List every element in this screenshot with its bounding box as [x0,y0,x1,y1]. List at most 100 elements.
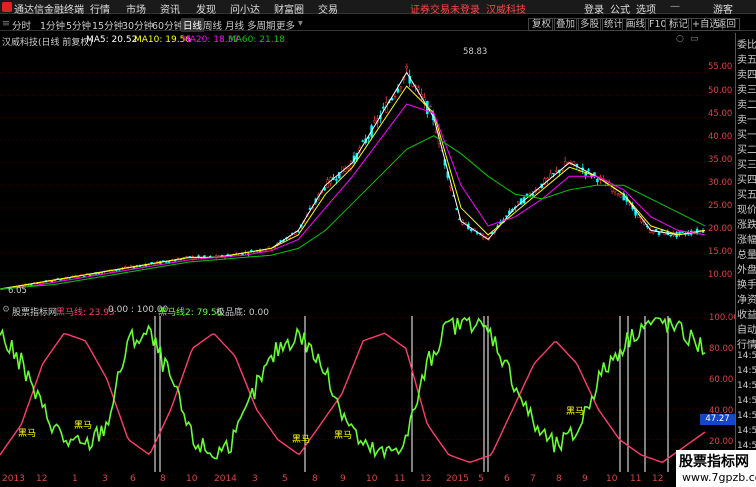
heima-signal-label: 黑马 [74,421,93,431]
period-toolbar: ≡ 分时 1分钟 5分钟 15分钟 30分钟 60分钟 日线 周线 月线 多周期… [0,16,756,32]
price-tick: 45.00 [708,109,733,119]
heima-signal-label: 黑马 [334,431,353,441]
period-fenshi[interactable]: 分时 [12,18,31,32]
menu-bar: 通达信金融终端 行情 市场 资讯 发现 问小达 财富圈 交易 证券交易未登录 汉… [0,0,756,16]
period-5min[interactable]: 5分钟 [66,18,91,32]
sidebar-item: 卖一 [737,115,756,126]
app-title: 通达信金融终端 [14,5,84,16]
sidebar-item: 涨跌 [737,220,756,231]
price-tick: 30.00 [708,178,733,188]
date-tick: 10 [366,474,378,484]
sidebar-item: 买四 [737,175,756,186]
date-tick: 10 [186,474,198,484]
date-tick: 9 [582,474,588,484]
date-tick: 3 [102,474,108,484]
sidebar-item: 卖四 [737,70,756,81]
period-15min[interactable]: 15分钟 [92,18,123,32]
heima-signal-label: 黑马 [292,435,311,445]
date-tick: 5 [478,474,484,484]
sidebar-item: 买三 [737,160,756,171]
user-guest[interactable]: 游客 [713,1,733,16]
trade-login-notice[interactable]: 证券交易未登录 [410,1,480,16]
date-tick: 5 [282,474,288,484]
sidebar-item: 14:56 [737,351,756,361]
date-tick: 11 [630,474,642,484]
sidebar-item: 卖五 [737,55,756,66]
menu-faxian[interactable]: 发现 [196,1,216,16]
menu-formula[interactable]: 公式 [610,1,630,16]
price-tick: 20.00 [708,224,733,234]
date-tick: 8 [160,474,166,484]
sidebar-item: 收益 [737,310,756,321]
sidebar-item: 卖三 [737,85,756,96]
indicator-tick: 20.00 [709,437,734,447]
heima-signal-label: 黑马 [18,429,37,439]
menu-login[interactable]: 登录 [584,1,604,16]
menu-options[interactable]: 选项 [636,1,656,16]
price-plot-area [0,46,705,302]
period-day[interactable]: 日线 [181,18,205,32]
chart-expand-icon[interactable]: ▭ [690,34,699,44]
back-button[interactable]: 返回 [713,18,741,31]
period-1min[interactable]: 1分钟 [40,18,65,32]
date-tick: 2013 [2,474,25,484]
date-tick: 7 [530,474,536,484]
menu-zixun[interactable]: 资讯 [160,1,180,16]
app-logo [2,2,12,12]
menu-jiaoyi[interactable]: 交易 [318,1,338,16]
fuquan-button[interactable]: 复权 [528,18,556,31]
indicator-chart[interactable] [0,316,735,472]
sidebar-item[interactable]: 自动 [737,321,756,336]
period-60min[interactable]: 60分钟 [152,18,183,32]
date-tick: 10 [606,474,618,484]
period-month[interactable]: 月线 [225,18,244,32]
indicator-tick: 80.00 [709,344,734,354]
date-tick: 12 [652,474,664,484]
low-price-annotation: 6.05 [8,286,27,296]
period-30min[interactable]: 30分钟 [122,18,153,32]
period-more[interactable]: 更多 [276,18,295,32]
multi-stock-button[interactable]: 多股 [576,18,604,31]
quote-sidebar: 委比 卖五 卖四 卖三 卖二 卖一 买一 买二 买三 买四 买五 现价 涨跌 涨幅 总量 外盘 换手 净资 收益 自动… [735,33,756,486]
sidebar-item[interactable]: 行情 [737,336,756,351]
date-tick: 12 [36,474,48,484]
sidebar-item: 换手 [737,280,756,291]
price-tick: 55.00 [708,62,733,72]
indicator-settings-icon[interactable]: ⚙ [2,305,10,315]
period-week[interactable]: 周线 [203,18,222,32]
ma5-label: MA5: 20.52 [86,35,138,45]
site-watermark: 股票指标网 www.7gpzb.com [676,450,756,487]
indicator-tick: 60.00 [709,375,734,385]
menu-wenxiaoda[interactable]: 问小达 [230,1,260,16]
date-tick: 6 [504,474,510,484]
date-tick: 2014 [214,474,237,484]
menu-shichang[interactable]: 市场 [126,1,146,16]
candlestick-chart[interactable] [0,46,735,302]
overlay-button[interactable]: 叠加 [552,18,580,31]
sidebar-item: 买一 [737,130,756,141]
minimize-icon[interactable]: — [670,1,680,12]
date-tick: 12 [420,474,432,484]
indicator-plot-area [0,316,705,472]
sidebar-item: 14:56 [737,366,756,376]
toolbar-menu-icon[interactable]: ≡ [2,18,10,29]
menu-caifuquan[interactable]: 财富圈 [274,1,304,16]
candle [30,284,33,286]
price-tick: 15.00 [708,247,733,257]
menu-hangqing[interactable]: 行情 [90,1,110,16]
date-tick: 6 [130,474,136,484]
indicator-current-value: 47.27 [700,414,735,425]
sidebar-item: 14:56 [737,381,756,391]
period-multi[interactable]: 多周期 [247,18,276,32]
sidebar-item: 总量 [737,250,756,261]
date-tick: 3 [252,474,258,484]
sidebar-item: 现价 [737,205,756,216]
watermark-title: 股票指标网 [679,454,749,470]
date-tick: 8 [556,474,562,484]
sidebar-item: 外盘 [737,265,756,276]
date-tick: 11 [394,474,406,484]
sidebar-item: 买五 [737,190,756,201]
more-chevron-icon[interactable]: ▾ [298,18,303,29]
sidebar-item: 14:56 [737,426,756,436]
chart-collapse-icon[interactable]: ○ [676,34,684,44]
